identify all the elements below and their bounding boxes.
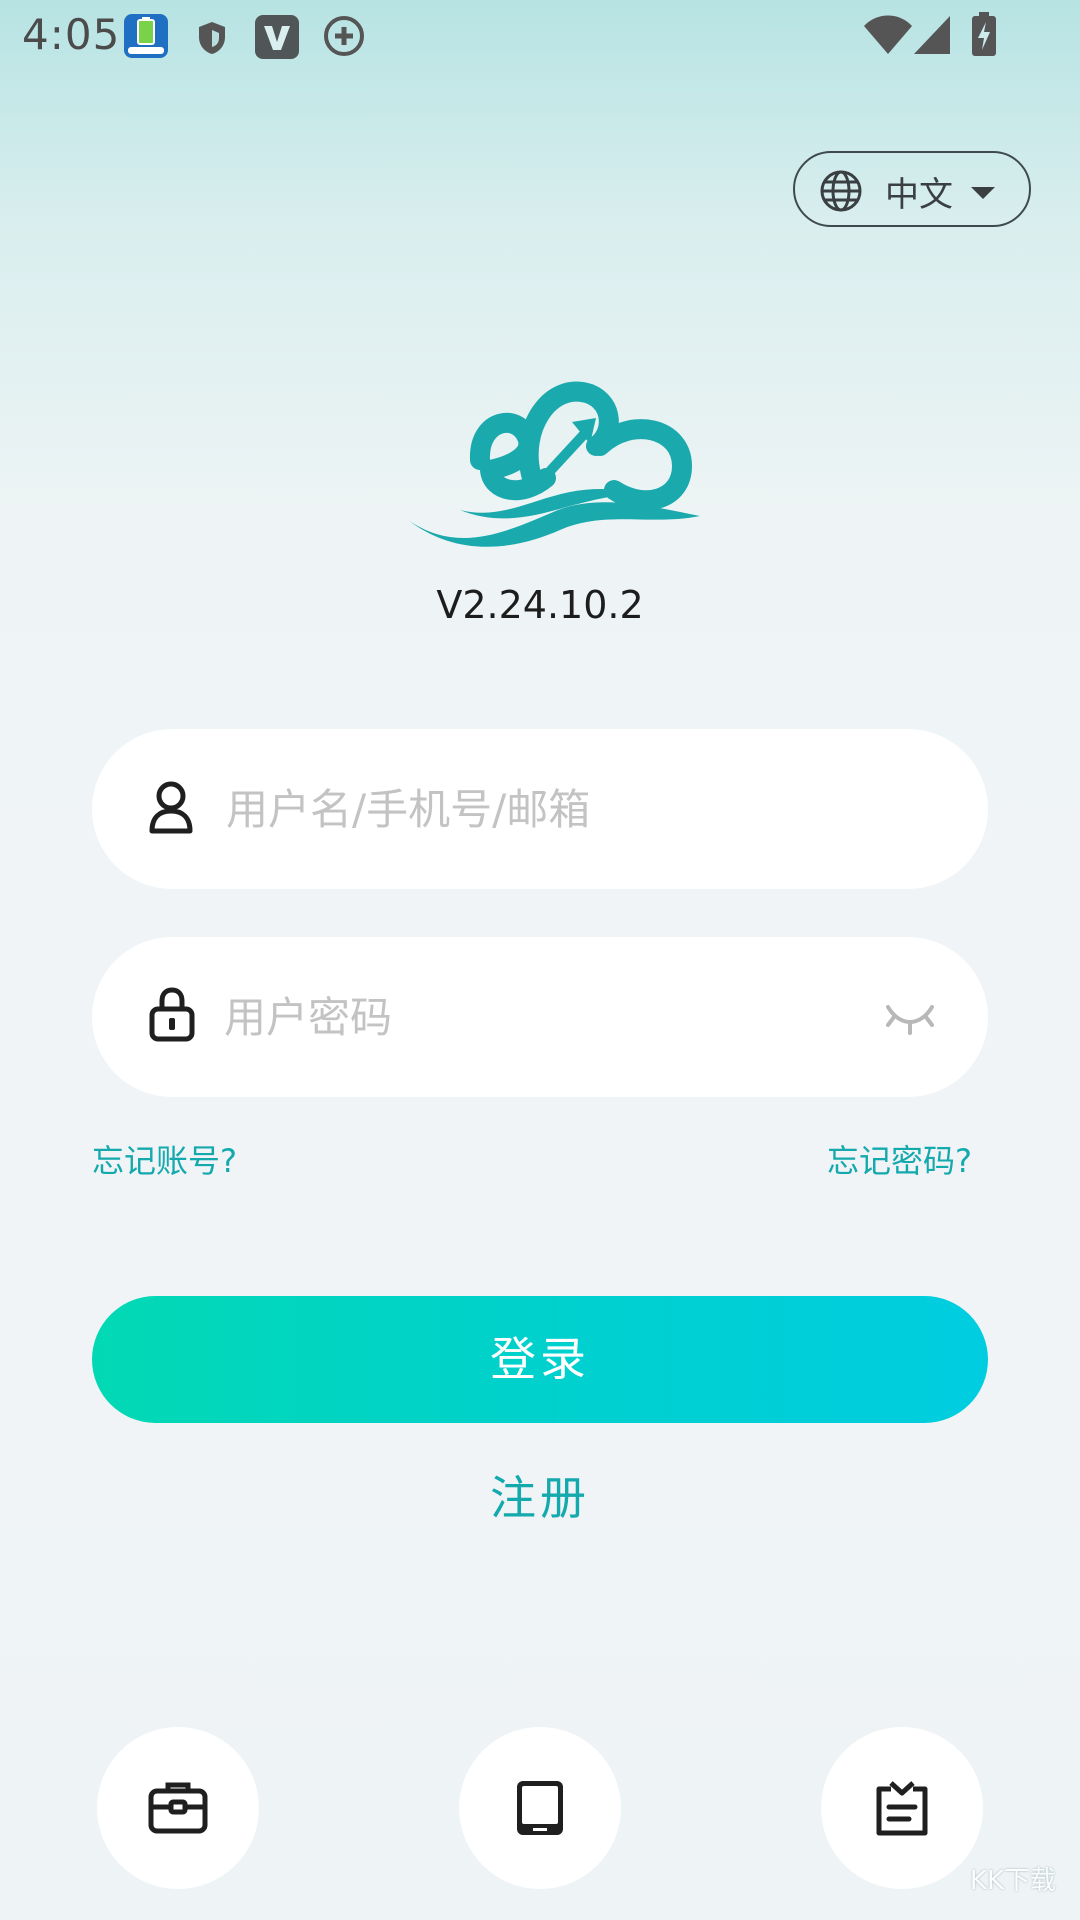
username-input[interactable] xyxy=(226,729,826,889)
password-field-container[interactable] xyxy=(92,937,988,1097)
eye-closed-icon[interactable] xyxy=(884,999,936,1035)
clipboard-icon xyxy=(876,1781,928,1836)
language-selector[interactable]: 中文 xyxy=(793,151,1031,227)
briefcase-icon xyxy=(148,1782,208,1834)
password-input[interactable] xyxy=(224,937,824,1097)
username-field-container[interactable] xyxy=(92,729,988,889)
login-button[interactable]: 登录 xyxy=(92,1296,988,1423)
battery-charging-icon xyxy=(972,12,996,56)
language-label: 中文 xyxy=(885,175,953,215)
v-app-icon xyxy=(255,15,299,59)
cell-signal-icon xyxy=(914,16,950,54)
tablet-icon xyxy=(517,1781,563,1835)
shield-icon xyxy=(199,22,225,54)
status-time: 4:05 xyxy=(22,10,121,59)
user-icon xyxy=(149,781,193,834)
register-link[interactable]: 注册 xyxy=(0,1462,1080,1528)
lock-icon xyxy=(149,987,195,1042)
app-version: V2.24.10.2 xyxy=(436,583,644,627)
shortcut-briefcase-button[interactable] xyxy=(97,1727,259,1889)
wifi-icon xyxy=(864,15,912,54)
forgot-account-link[interactable]: 忘记账号? xyxy=(92,1136,237,1182)
forgot-password-link[interactable]: 忘记密码? xyxy=(827,1136,972,1182)
app-logo xyxy=(408,381,700,547)
battery-app-icon xyxy=(124,14,168,58)
shortcut-clipboard-button[interactable] xyxy=(821,1727,983,1889)
chevron-down-icon xyxy=(971,187,995,199)
globe-icon xyxy=(820,170,862,212)
shortcut-tablet-button[interactable] xyxy=(459,1727,621,1889)
watermark: KK下载 xyxy=(969,1866,1056,1896)
status-bar: 4:05 xyxy=(0,0,1080,80)
plus-circle-icon xyxy=(324,16,364,56)
